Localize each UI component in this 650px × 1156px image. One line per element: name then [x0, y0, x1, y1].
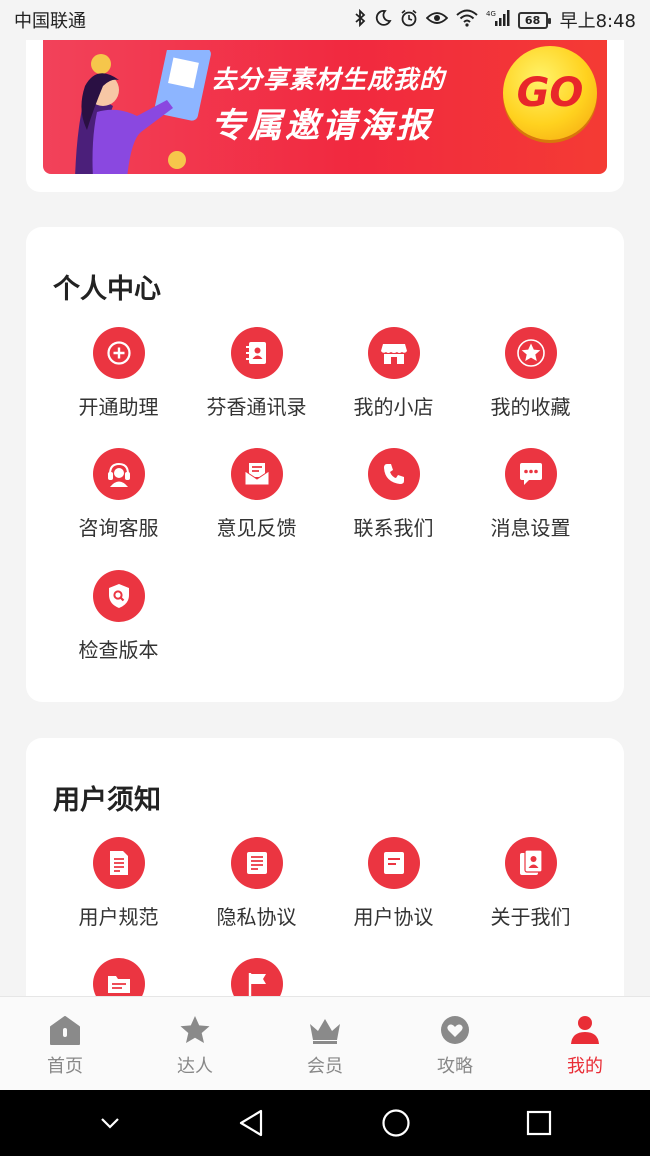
- grid-item-user-agreement[interactable]: 用户协议: [325, 837, 462, 930]
- grid-item-label: 关于我们: [490, 905, 571, 929]
- tab-label: 达人: [177, 1056, 213, 1077]
- grid-item-message-settings[interactable]: 消息设置: [462, 448, 599, 541]
- contact-book-icon: [230, 327, 283, 379]
- banner-subtitle: 去分享素材生成我的: [211, 65, 446, 94]
- document-icon: [92, 837, 145, 889]
- grid-item-open-assistant[interactable]: 开通助理: [50, 327, 187, 420]
- agreement-icon: [367, 837, 420, 889]
- clock-label: 早上8:48: [559, 11, 636, 32]
- personal-center-title: 个人中心: [53, 274, 161, 305]
- grid-item-favorites[interactable]: 我的收藏: [462, 327, 599, 420]
- status-bar: 中国联通 4G 68 早上8:48: [0, 0, 650, 40]
- star-icon: [180, 1016, 210, 1043]
- tab-guide[interactable]: 攻略: [390, 997, 520, 1090]
- grid-item-label: 意见反馈: [216, 516, 297, 540]
- signal-icon: 4G: [486, 9, 510, 31]
- grid-item-about-us[interactable]: 关于我们: [462, 837, 599, 930]
- invite-poster-banner[interactable]: 去分享素材生成我的 专属邀请海报 GO: [43, 40, 607, 174]
- grid-item-label: 我的收藏: [490, 395, 571, 419]
- wifi-icon: [455, 9, 478, 31]
- grid-item-label: 用户协议: [353, 905, 434, 929]
- bluetooth-icon: [354, 8, 366, 31]
- grid-item-label: 隐私协议: [216, 905, 297, 929]
- personal-center-card: 个人中心 开通助理 芬香通讯录 我的小店 我的收藏 咨询客服 意见反馈 联系我们…: [26, 227, 624, 702]
- tab-member[interactable]: 会员: [260, 997, 390, 1090]
- grid-item-label: 芬香通讯录: [206, 395, 307, 419]
- user-notice-title: 用户须知: [53, 785, 161, 816]
- svg-text:4G: 4G: [486, 10, 496, 18]
- headset-icon: [92, 448, 145, 500]
- grid-item-label: 开通助理: [78, 395, 159, 419]
- grid-item-label: 检查版本: [78, 638, 159, 662]
- grid-item-user-rules[interactable]: 用户规范: [50, 837, 187, 930]
- user-notice-card: 用户须知 用户规范 隐私协议 用户协议 关于我们: [26, 738, 624, 1038]
- battery-icon: 68: [517, 11, 551, 29]
- grid-item-check-version[interactable]: 检查版本: [50, 570, 187, 663]
- tab-label: 会员: [307, 1056, 343, 1077]
- eye-icon: [425, 10, 448, 30]
- star-icon: [504, 327, 557, 379]
- grid-item-my-store[interactable]: 我的小店: [325, 327, 462, 420]
- tab-mine[interactable]: 我的: [520, 997, 650, 1090]
- chat-bubble-icon: [504, 448, 557, 500]
- tab-label: 首页: [47, 1056, 83, 1077]
- alarm-icon: [400, 9, 418, 31]
- grid-item-label: 用户规范: [78, 905, 159, 929]
- grid-item-label: 联系我们: [353, 516, 434, 540]
- envelope-icon: [230, 448, 283, 500]
- go-button[interactable]: GO: [503, 46, 597, 140]
- list-document-icon: [230, 837, 283, 889]
- heart-icon: [441, 1016, 469, 1044]
- girl-illustration-icon: [75, 50, 211, 174]
- grid-item-label: 我的小店: [353, 395, 434, 419]
- grid-item-label: 消息设置: [490, 516, 571, 540]
- plus-circle-icon: [92, 327, 145, 379]
- status-icons: 4G 68 早上8:48: [354, 7, 636, 33]
- recent-apps-icon[interactable]: [525, 1109, 553, 1137]
- grid-item-contact-us[interactable]: 联系我们: [325, 448, 462, 541]
- shield-search-icon: [92, 570, 145, 622]
- phone-icon: [367, 448, 420, 500]
- moon-icon: [374, 9, 392, 31]
- store-icon: [367, 327, 420, 379]
- banner-card: 去分享素材生成我的 专属邀请海报 GO: [26, 40, 624, 192]
- home-button-icon[interactable]: [381, 1108, 411, 1138]
- banner-title: 专属邀请海报: [211, 106, 433, 146]
- user-icon: [571, 1016, 599, 1044]
- home-icon: [50, 1016, 80, 1045]
- tab-home[interactable]: 首页: [0, 997, 130, 1090]
- tab-label: 攻略: [437, 1056, 473, 1077]
- system-navigation-bar: [0, 1090, 650, 1156]
- back-icon[interactable]: [237, 1108, 267, 1138]
- tab-experts[interactable]: 达人: [130, 997, 260, 1090]
- carrier-label: 中国联通: [14, 11, 86, 32]
- bottom-tab-bar: 首页 达人 会员 攻略 我的: [0, 996, 650, 1090]
- crown-icon: [310, 1019, 340, 1044]
- grid-item-feedback[interactable]: 意见反馈: [188, 448, 325, 541]
- grid-item-label: 咨询客服: [78, 516, 159, 540]
- grid-item-contacts[interactable]: 芬香通讯录: [188, 327, 325, 420]
- about-icon: [504, 837, 557, 889]
- grid-item-privacy-policy[interactable]: 隐私协议: [188, 837, 325, 930]
- chevron-down-icon[interactable]: [97, 1110, 123, 1136]
- grid-item-customer-service[interactable]: 咨询客服: [50, 448, 187, 541]
- tab-label: 我的: [567, 1056, 603, 1077]
